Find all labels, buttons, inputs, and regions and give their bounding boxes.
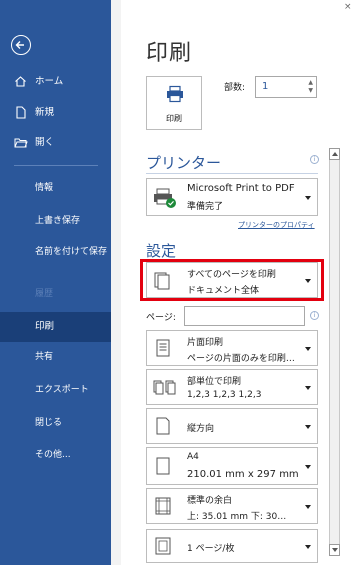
printer-heading-rule xyxy=(146,173,318,174)
nav-share[interactable]: 共有 xyxy=(35,351,107,363)
printer-name: Microsoft Print to PDF xyxy=(187,183,295,194)
nav-save[interactable]: 上書き保存 xyxy=(35,215,107,227)
close-icon[interactable]: × xyxy=(344,2,352,12)
nav-history: 履歴 xyxy=(35,289,54,299)
pages-info-icon[interactable]: i xyxy=(310,311,319,320)
scroll-down-button[interactable] xyxy=(329,544,340,556)
pages-per-sheet-dropdown[interactable]: 1 ページ/枚 xyxy=(146,529,318,563)
paper-size-dropdown[interactable]: A4 210.01 mm x 297 mm xyxy=(146,447,318,485)
page-title: 印刷 xyxy=(146,41,193,66)
dropdown-arrow-icon xyxy=(305,505,311,509)
collate-icon xyxy=(153,380,176,395)
paper-size-subtitle: 210.01 mm x 297 mm xyxy=(187,469,299,480)
nav-info[interactable]: 情報 xyxy=(35,182,107,194)
orientation-title: 縦方向 xyxy=(187,424,215,434)
spin-arrows-icon[interactable]: ▲ ▼ xyxy=(308,79,313,95)
sides-subtitle: ページの片面のみを印刷… xyxy=(187,354,295,364)
nav-print[interactable]: 印刷 xyxy=(0,312,111,342)
new-document-icon xyxy=(14,100,30,126)
nav-new[interactable]: 新規 xyxy=(0,100,111,126)
dropdown-arrow-icon xyxy=(305,545,311,549)
print-button-label: 印刷 xyxy=(166,114,182,123)
dropdown-arrow-icon xyxy=(305,196,311,200)
red-highlight-box xyxy=(140,259,324,301)
info-icon[interactable]: i xyxy=(310,155,319,164)
panel-gutter xyxy=(111,0,121,565)
home-icon xyxy=(14,69,30,95)
back-arrow-icon xyxy=(15,41,24,49)
margins-dropdown[interactable]: 標準の余白 上: 35.01 mm 下: 30… xyxy=(146,488,318,524)
printer-ready-icon xyxy=(154,188,176,208)
margins-subtitle: 上: 35.01 mm 下: 30… xyxy=(187,512,287,522)
printer-properties-link[interactable]: プリンターのプロパティ xyxy=(238,220,315,230)
backstage-sidebar: ホーム 新規 開く 情報 上書き保存 名前を付けて保存 履歴 印刷 共有 エクス… xyxy=(0,0,111,565)
arrow-down-icon xyxy=(332,548,338,552)
open-folder-icon xyxy=(14,130,30,156)
settings-scrollbar[interactable] xyxy=(329,148,340,556)
paper-size-title: A4 xyxy=(187,452,199,462)
printer-dropdown[interactable]: Microsoft Print to PDF 準備完了 xyxy=(146,178,318,216)
print-button[interactable]: 印刷 xyxy=(146,76,202,130)
printer-icon xyxy=(167,85,183,103)
scroll-up-button[interactable] xyxy=(329,148,340,160)
pages-label: ページ: xyxy=(146,313,176,323)
nav-open[interactable]: 開く xyxy=(0,130,111,156)
collate-title: 部単位で印刷 xyxy=(187,377,242,387)
dropdown-arrow-icon xyxy=(305,386,311,390)
sides-title: 片面印刷 xyxy=(187,338,224,348)
orientation-dropdown[interactable]: 縦方向 xyxy=(146,408,318,444)
nav-print-label: 印刷 xyxy=(35,321,55,332)
margins-icon xyxy=(155,497,171,515)
dropdown-arrow-icon xyxy=(305,425,311,429)
printer-status: 準備完了 xyxy=(187,202,224,212)
one-sided-icon xyxy=(156,339,170,357)
back-button[interactable] xyxy=(11,35,31,55)
collate-subtitle: 1,2,3 1,2,3 1,2,3 xyxy=(187,390,262,400)
arrow-up-icon xyxy=(332,152,338,156)
dropdown-arrow-icon xyxy=(305,465,311,469)
margins-title: 標準の余白 xyxy=(187,496,233,506)
nav-save-as[interactable]: 名前を付けて保存 xyxy=(35,246,107,258)
sidebar-divider xyxy=(14,165,98,166)
nav-more[interactable]: その他... xyxy=(35,449,107,461)
nav-home[interactable]: ホーム xyxy=(0,69,111,95)
nav-new-label: 新規 xyxy=(35,107,55,118)
portrait-icon xyxy=(156,417,170,435)
printer-heading: プリンター xyxy=(146,154,222,172)
nav-close[interactable]: 閉じる xyxy=(35,417,107,429)
collate-dropdown[interactable]: 部単位で印刷 1,2,3 1,2,3 1,2,3 xyxy=(146,369,318,405)
copies-label: 部数: xyxy=(224,83,246,93)
copies-stepper[interactable]: 1 ▲ ▼ xyxy=(255,76,317,98)
pages-per-sheet-title: 1 ページ/枚 xyxy=(187,544,235,554)
settings-heading: 設定 xyxy=(146,242,177,260)
nav-export[interactable]: エクスポート xyxy=(35,384,107,396)
paper-size-icon xyxy=(156,457,170,475)
dropdown-arrow-icon xyxy=(305,347,311,351)
sides-dropdown[interactable]: 片面印刷 ページの片面のみを印刷… xyxy=(146,330,318,366)
nav-home-label: ホーム xyxy=(35,76,64,87)
copies-value: 1 xyxy=(262,81,269,92)
nav-open-label: 開く xyxy=(35,137,55,148)
pages-input[interactable] xyxy=(184,306,305,326)
pages-per-sheet-icon xyxy=(155,537,171,555)
